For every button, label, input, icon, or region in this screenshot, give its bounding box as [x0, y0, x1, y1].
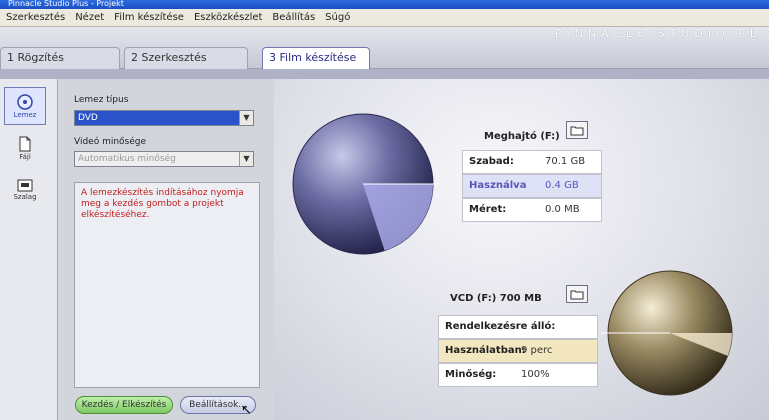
drive-used-label: Használva: [469, 180, 527, 191]
disc-folder-button[interactable]: [566, 285, 588, 303]
disc-row-used: Használatban: 9 perc: [438, 339, 598, 363]
drive-row-used: Használva 0.4 GB: [462, 174, 602, 198]
output-type-toolbar: Lemez Fájl Szalag: [0, 79, 58, 420]
folder-icon: [570, 290, 584, 299]
window-titlebar: Pinnacle Studio Plus - Projekt: [0, 0, 769, 9]
menu-item-make-movie[interactable]: Film készítése: [114, 12, 184, 23]
tab-label: 1 Rögzítés: [7, 51, 64, 64]
quality-label: Videó minősége: [74, 137, 147, 147]
menu-item-setup[interactable]: Beállítás: [272, 12, 315, 23]
menu-item-toolbox[interactable]: Eszközkészlet: [194, 12, 262, 23]
tool-tape[interactable]: Szalag: [4, 171, 46, 209]
tool-label: Fájl: [19, 152, 31, 161]
drive-row-free: Szabad: 70.1 GB: [462, 150, 602, 174]
separator-stripe: [0, 69, 769, 79]
drive-usage-disc: [292, 113, 438, 255]
menu-item-view[interactable]: Nézet: [75, 12, 104, 23]
tool-disc[interactable]: Lemez: [4, 87, 46, 125]
drive-size-label: Méret:: [469, 204, 507, 215]
chevron-down-icon[interactable]: ▼: [239, 152, 253, 166]
tab-edit[interactable]: 2 Szerkesztés: [124, 47, 248, 69]
disc-quality-label: Minőség:: [445, 369, 497, 380]
drive-used-value: 0.4 GB: [545, 180, 579, 191]
quality-value: Automatikus minőség: [78, 154, 176, 164]
disc-used-value: 9 perc: [521, 345, 553, 356]
media-info-area: Meghajtó (F:) Szabad: 70.1 GB Használva …: [274, 79, 769, 420]
tab-capture[interactable]: 1 Rögzítés: [0, 47, 120, 69]
tab-label: 2 Szerkesztés: [131, 51, 207, 64]
drive-size-value: 0.0 MB: [545, 204, 580, 215]
format-value: DVD: [78, 113, 98, 123]
disc-available-label: Rendelkezésre álló:: [445, 321, 556, 332]
drive-free-label: Szabad:: [469, 156, 514, 167]
tool-file[interactable]: Fájl: [4, 129, 46, 167]
format-select[interactable]: DVD ▼: [74, 110, 254, 126]
tab-make-movie[interactable]: 3 Film készítése: [262, 47, 370, 69]
drive-folder-button[interactable]: [566, 121, 588, 139]
file-icon: [19, 136, 31, 151]
status-message-box: A lemezkészítés indításához nyomja meg a…: [74, 182, 260, 388]
format-label: Lemez típus: [74, 95, 129, 105]
drive-free-value: 70.1 GB: [545, 156, 586, 167]
disc-used-label: Használatban:: [445, 345, 526, 356]
tool-label: Lemez: [13, 110, 37, 119]
mouse-cursor-icon: ↖: [241, 403, 252, 418]
status-message: A lemezkészítés indításához nyomja meg a…: [81, 188, 244, 220]
chevron-down-icon[interactable]: ▼: [239, 111, 253, 125]
quality-select[interactable]: Automatikus minőség ▼: [74, 151, 254, 167]
tool-label: Szalag: [13, 193, 37, 201]
brand-wordmark: PINNACLE STUDIO PL: [554, 27, 761, 40]
drive-row-size: Méret: 0.0 MB: [462, 198, 602, 222]
menu-bar: Szerkesztés Nézet Film készítése Eszközk…: [0, 9, 769, 27]
tape-icon: [17, 179, 33, 192]
tab-label: 3 Film készítése: [269, 51, 357, 64]
folder-icon: [570, 126, 584, 135]
disc-usage-disc: [602, 270, 733, 396]
disc-title: VCD (F:) 700 MB: [450, 293, 542, 304]
disc-row-available: Rendelkezésre álló:: [438, 315, 598, 339]
start-render-button[interactable]: Kezdés / Elkészítés: [75, 396, 173, 414]
drive-title: Meghajtó (F:): [484, 131, 560, 142]
disc-icon: [17, 93, 33, 110]
disc-quality-value: 100%: [521, 369, 550, 380]
menu-item-help[interactable]: Súgó: [325, 12, 350, 23]
disc-row-quality: Minőség: 100%: [438, 363, 598, 387]
window-title: Pinnacle Studio Plus - Projekt: [8, 0, 124, 8]
menu-item-edit[interactable]: Szerkesztés: [6, 12, 65, 23]
